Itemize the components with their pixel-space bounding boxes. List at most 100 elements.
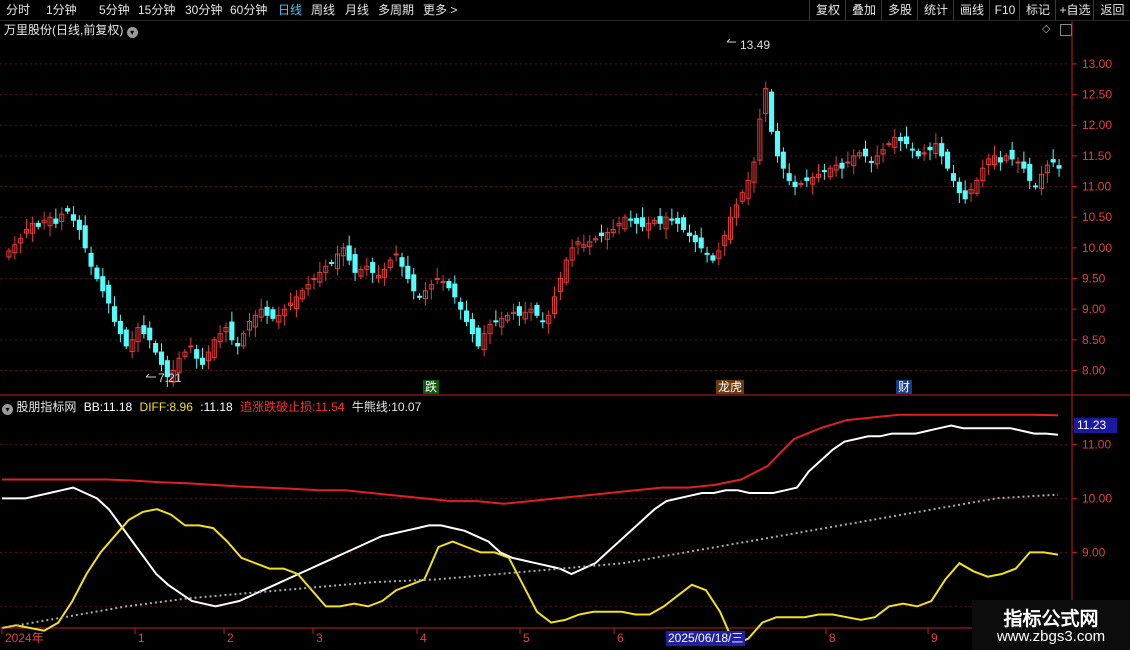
candle-body: [516, 306, 522, 316]
candle-body: [886, 143, 892, 146]
candle-body: [370, 262, 376, 273]
candle-body: [915, 151, 921, 157]
candle-body: [458, 301, 464, 310]
candle-body: [1056, 165, 1062, 169]
candle-body: [1050, 159, 1056, 163]
price-tick-label: 12.50: [1082, 88, 1112, 102]
price-tick-label: 10.00: [1082, 241, 1112, 255]
candle-body: [469, 319, 475, 335]
date-tick-label: 1: [138, 631, 145, 645]
candle-body: [493, 320, 499, 323]
bull-bear-value: 10.07: [391, 400, 422, 414]
candle-body: [53, 218, 59, 224]
indicator-line-追涨跌破止损: [2, 413, 1059, 505]
candle-body: [235, 342, 241, 347]
candle-body: [35, 222, 41, 227]
candle-body: [417, 295, 423, 298]
extra-value: :11.18: [200, 400, 233, 414]
candle-body: [786, 173, 792, 181]
price-tick-label: 11.00: [1082, 180, 1111, 194]
bb-label: BB:: [83, 400, 104, 414]
candle-body: [692, 235, 698, 243]
finance-tag[interactable]: 财: [896, 380, 913, 394]
candle-body: [769, 91, 775, 132]
candle-body: [65, 208, 71, 212]
price-tick-label: 9.50: [1082, 272, 1106, 286]
candle-body: [898, 136, 904, 142]
candle-body: [393, 253, 399, 256]
fall-tag[interactable]: 跌: [423, 380, 440, 394]
watermark-title: 指标公式网: [1003, 609, 1099, 630]
price-tick-label: 13.00: [1082, 57, 1112, 71]
candle-body: [634, 217, 640, 224]
candle-body: [628, 218, 634, 221]
candle-body: [681, 217, 687, 230]
candle-body: [147, 327, 153, 341]
candle-body: [94, 267, 100, 280]
candle-body: [686, 232, 693, 237]
bb-value: 11.18: [103, 400, 133, 414]
candlestick-series: [6, 81, 1062, 388]
date-tick-label: 8: [829, 631, 836, 645]
indicator-current-value-box: 11.23: [1074, 418, 1117, 433]
candle-body: [70, 214, 77, 221]
candle-body: [123, 329, 129, 347]
candle-body: [100, 276, 106, 292]
candle-body: [405, 265, 411, 280]
candle-body: [475, 327, 481, 347]
candle-body: [1021, 161, 1027, 169]
candle-body: [845, 161, 851, 164]
candle-body: [463, 310, 470, 322]
candle-body: [76, 219, 82, 230]
date-tick-label: 4: [420, 631, 427, 645]
candle-body: [598, 232, 605, 237]
candle-body: [903, 136, 910, 145]
candle-body: [698, 237, 704, 249]
candle-body: [158, 351, 165, 365]
candle-body: [534, 304, 540, 316]
candle-body: [945, 151, 951, 169]
indicator-tick-label: 10.00: [1082, 491, 1112, 505]
price-tick-label: 8.00: [1082, 363, 1106, 377]
candle-body: [111, 306, 118, 322]
candle-body: [346, 245, 352, 261]
candle-body: [657, 216, 663, 224]
candle-body: [997, 157, 1003, 163]
candle-body: [780, 151, 786, 169]
candle-body: [792, 181, 798, 188]
price-tick-label: 11.50: [1082, 149, 1111, 163]
candle-body: [804, 177, 810, 181]
date-tick-label: 9: [931, 631, 938, 645]
candle-body: [188, 345, 194, 348]
stop-value: 11.54: [315, 400, 345, 414]
low-label: 7.21: [158, 371, 182, 385]
candle-body: [704, 252, 710, 255]
date-tick-label: 2: [227, 631, 234, 645]
bull-bear-label: 牛熊线:: [351, 400, 392, 414]
date-tick-label: 5: [523, 631, 530, 645]
candle-body: [950, 173, 957, 181]
date-tick-label: 2024年: [5, 631, 44, 645]
candle-body: [909, 148, 915, 151]
price-tick-label: 10.50: [1082, 210, 1112, 224]
candle-body: [352, 254, 358, 273]
indicator-tick-label: 11.00: [1082, 437, 1111, 451]
chart-area: 8.00 8.50 9.00 9.50 10.00 10.50 11.00 11.50 12.0…: [0, 21, 1130, 646]
candle-body: [199, 357, 206, 365]
diff-label: DIFF:: [139, 400, 170, 414]
candle-body: [862, 148, 869, 157]
date-tick-label: 3: [316, 631, 323, 645]
candle-body: [106, 284, 112, 304]
dragon-tiger-tag[interactable]: 龙虎: [716, 380, 745, 394]
candle-body: [1033, 185, 1039, 188]
watermark-url: www.zbgs3.com: [996, 628, 1106, 645]
indicator-name: 股朋指标网: [16, 400, 77, 414]
candle-body: [434, 278, 440, 281]
candle-body: [264, 306, 270, 316]
candle-body: [927, 146, 933, 151]
candle-body: [669, 218, 675, 221]
candle-body: [774, 130, 781, 157]
chevron-down-icon[interactable]: ▾: [2, 404, 13, 415]
date-tick-label: 6: [617, 631, 624, 645]
indicator-title: ▾ 股朋指标网 BB:11.18 DIFF:8.96 :11.18 追涨跌破止损…: [2, 398, 421, 415]
